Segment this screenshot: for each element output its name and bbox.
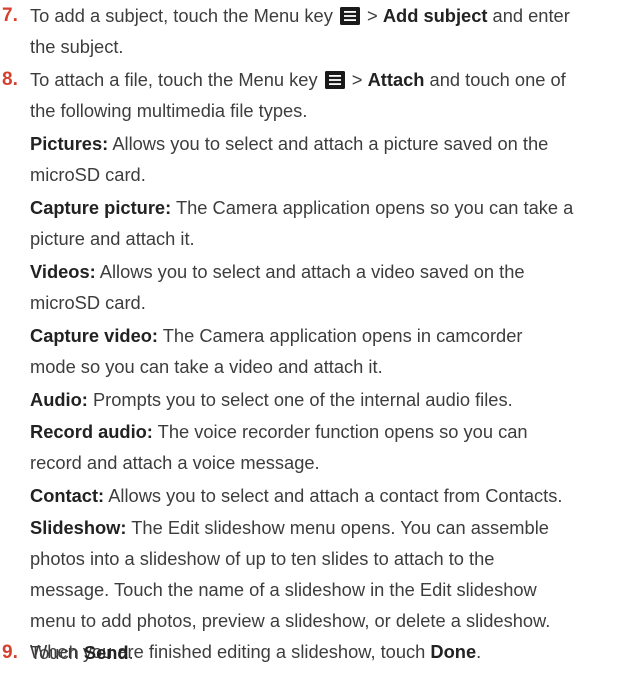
done-label: Done [430,641,477,662]
file-type-description: microSD card. [30,164,146,185]
step-number: 7. [2,5,18,26]
step-number: 8. [2,69,18,90]
step-text-line: the following multimedia file types. [30,100,308,121]
step-text-line: To add a subject, touch the Menu key > A… [30,5,570,26]
file-type-description: record and attach a voice message. [30,452,320,473]
step-text-line: To attach a file, touch the Menu key > A… [30,69,566,90]
menu-option-attach: Attach [367,69,425,90]
step-text-line: the subject. [30,36,124,57]
file-type-videos: Videos: Allows you to select and attach … [30,261,525,282]
file-type-audio: Audio: Prompts you to select one of the … [30,389,513,410]
menu-option-add-subject: Add subject [382,5,488,26]
step-number: 9. [2,642,18,663]
file-type-description: photos into a slideshow of up to ten sli… [30,548,495,569]
send-label: Send [83,642,129,663]
file-type-capture-video: Capture video: The Camera application op… [30,325,523,346]
instruction-page: 7. To add a subject, touch the Menu key … [0,0,642,673]
file-type-description: picture and attach it. [30,228,195,249]
file-type-description: message. Touch the name of a slideshow i… [30,579,537,600]
file-type-description: mode so you can take a video and attach … [30,356,383,377]
file-type-capture-picture: Capture picture: The Camera application … [30,197,574,218]
file-type-description: menu to add photos, preview a slideshow,… [30,610,551,631]
step-text-line: Touch Send. [30,642,134,663]
file-type-contact: Contact: Allows you to select and attach… [30,485,563,506]
file-type-record-audio: Record audio: The voice recorder functio… [30,421,528,442]
file-type-pictures: Pictures: Allows you to select and attac… [30,133,549,154]
menu-key-icon [339,7,360,25]
menu-key-icon [324,71,345,89]
file-type-slideshow: Slideshow: The Edit slideshow menu opens… [30,517,549,538]
file-type-description: microSD card. [30,292,146,313]
